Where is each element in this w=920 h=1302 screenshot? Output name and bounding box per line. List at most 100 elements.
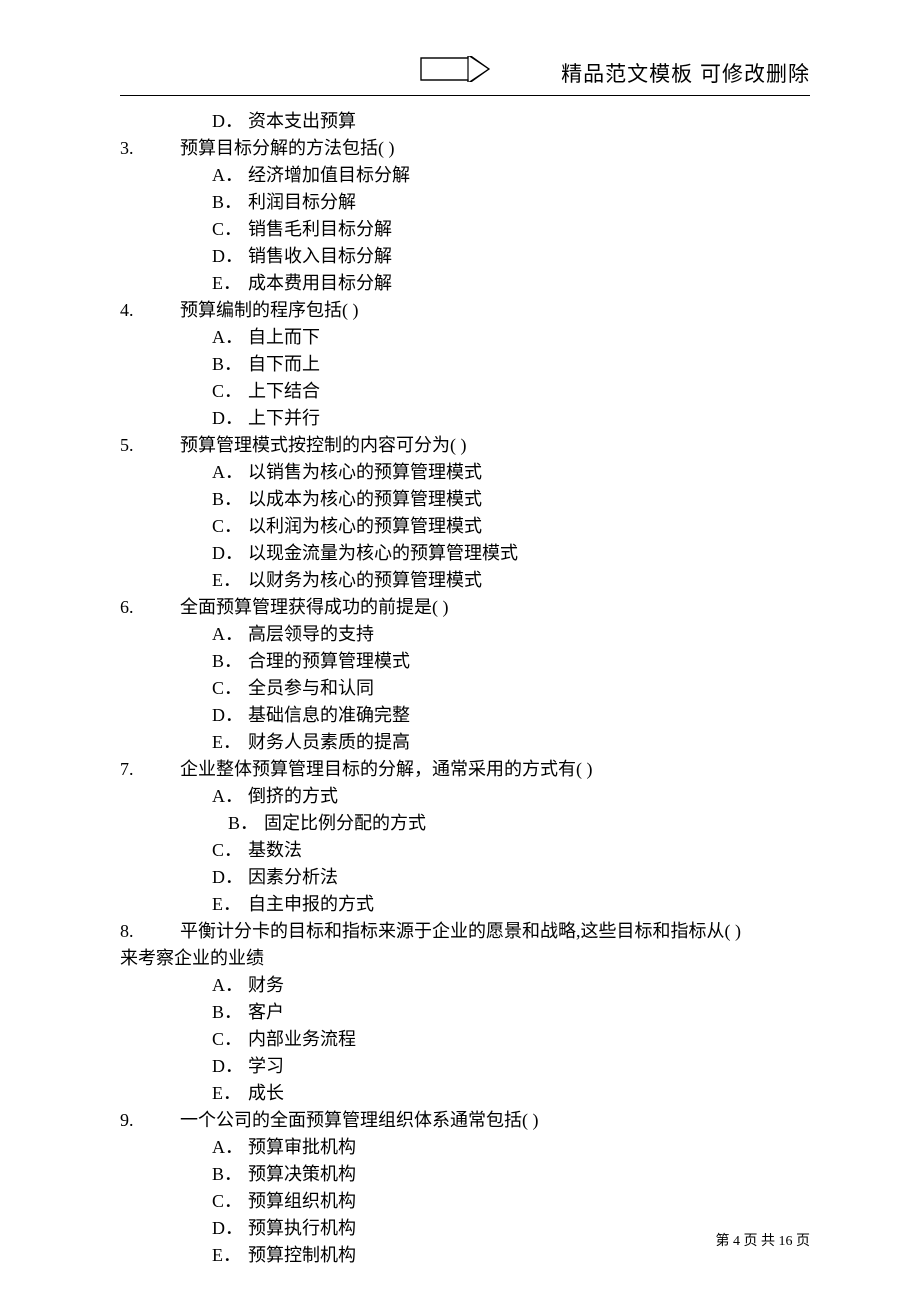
question-stem: 一个公司的全面预算管理组织体系通常包括( ) [180,1107,810,1134]
option-row: D．上下并行 [120,405,810,432]
option-row: D．预算执行机构 [120,1215,810,1242]
option-row: E．以财务为核心的预算管理模式 [120,567,810,594]
option-text: 以利润为核心的预算管理模式 [248,513,810,540]
option-row: B．合理的预算管理模式 [120,648,810,675]
question-number: 3. [120,135,180,162]
footer-total: 16 [779,1234,793,1249]
option-label: D． [212,243,248,270]
option-label: A． [212,459,248,486]
option-row: A．以销售为核心的预算管理模式 [120,459,810,486]
question-number: 4. [120,297,180,324]
question-row: 4.预算编制的程序包括( ) [120,297,810,324]
option-text: 成长 [248,1080,810,1107]
option-row: C．上下结合 [120,378,810,405]
option-label: A． [212,783,248,810]
question-row: 7.企业整体预算管理目标的分解，通常采用的方式有( ) [120,756,810,783]
question-number: 6. [120,594,180,621]
option-label: A． [212,324,248,351]
option-text: 预算审批机构 [248,1134,810,1161]
option-text: 高层领导的支持 [248,621,810,648]
option-label: B． [212,648,248,675]
option-label: D． [212,1053,248,1080]
option-label: C． [212,1188,248,1215]
option-text: 上下结合 [248,378,810,405]
option-text: 内部业务流程 [248,1026,810,1053]
option-label: A． [212,621,248,648]
option-text: 学习 [248,1053,810,1080]
option-label: E． [212,270,248,297]
option-label: B． [212,1161,248,1188]
option-label: C． [212,378,248,405]
option-label: B． [212,486,248,513]
footer-suffix: 页 [796,1234,810,1249]
option-row: B．预算决策机构 [120,1161,810,1188]
option-row: A．财务 [120,972,810,999]
option-text: 预算组织机构 [248,1188,810,1215]
question-stem: 预算管理模式按控制的内容可分为( ) [180,432,810,459]
option-label: B． [212,351,248,378]
option-text: 自下而上 [248,351,810,378]
option-row: D．基础信息的准确完整 [120,702,810,729]
option-label: B． [228,810,264,837]
option-label: A． [212,162,248,189]
question-row: 9.一个公司的全面预算管理组织体系通常包括( ) [120,1107,810,1134]
option-text: 基数法 [248,837,810,864]
option-row: D．因素分析法 [120,864,810,891]
option-text: 财务人员素质的提高 [248,729,810,756]
option-row: A．预算审批机构 [120,1134,810,1161]
header-rule [120,95,810,96]
option-row: E．成本费用目标分解 [120,270,810,297]
option-label: C． [212,216,248,243]
option-text: 资本支出预算 [248,108,810,135]
question-stem-cont: 来考察企业的业绩 [120,945,810,972]
option-label: E． [212,1242,248,1269]
header-title: 精品范文模板 可修改删除 [561,58,810,88]
option-text: 利润目标分解 [248,189,810,216]
option-row: D． 资本支出预算 [120,108,810,135]
option-row: C．全员参与和认同 [120,675,810,702]
option-row: B．以成本为核心的预算管理模式 [120,486,810,513]
option-row: E．自主申报的方式 [120,891,810,918]
option-label: B． [212,999,248,1026]
question-stem: 预算编制的程序包括( ) [180,297,810,324]
option-text: 以成本为核心的预算管理模式 [248,486,810,513]
option-label: D． [212,1215,248,1242]
question-number: 8. [120,918,180,945]
option-text: 经济增加值目标分解 [248,162,810,189]
option-label: E． [212,1080,248,1107]
option-row: A．自上而下 [120,324,810,351]
option-row: E．财务人员素质的提高 [120,729,810,756]
option-text: 以财务为核心的预算管理模式 [248,567,810,594]
option-label: C． [212,675,248,702]
option-row: D．学习 [120,1053,810,1080]
option-label: E． [212,891,248,918]
option-text: 成本费用目标分解 [248,270,810,297]
option-text: 预算决策机构 [248,1161,810,1188]
option-row: C．预算组织机构 [120,1188,810,1215]
option-label: D． [212,540,248,567]
option-label: A． [212,1134,248,1161]
option-row: B．利润目标分解 [120,189,810,216]
option-row: D．销售收入目标分解 [120,243,810,270]
option-text: 因素分析法 [248,864,810,891]
page-footer: 第 4 页 共 16 页 [716,1230,811,1250]
option-text: 全员参与和认同 [248,675,810,702]
option-row: A．高层领导的支持 [120,621,810,648]
option-text: 财务 [248,972,810,999]
option-label: B． [212,189,248,216]
option-label: D． [212,864,248,891]
option-label: E． [212,567,248,594]
question-stem: 企业整体预算管理目标的分解，通常采用的方式有( ) [180,756,810,783]
question-number: 7. [120,756,180,783]
option-text: 自上而下 [248,324,810,351]
option-row: C．以利润为核心的预算管理模式 [120,513,810,540]
option-label: E． [212,729,248,756]
option-row: B．固定比例分配的方式 [120,810,810,837]
question-stem: 全面预算管理获得成功的前提是( ) [180,594,810,621]
arrow-icon [420,56,490,82]
question-number: 9. [120,1107,180,1134]
footer-page: 4 [733,1234,740,1249]
option-row: C．基数法 [120,837,810,864]
option-row: C．内部业务流程 [120,1026,810,1053]
option-row: E．预算控制机构 [120,1242,810,1269]
